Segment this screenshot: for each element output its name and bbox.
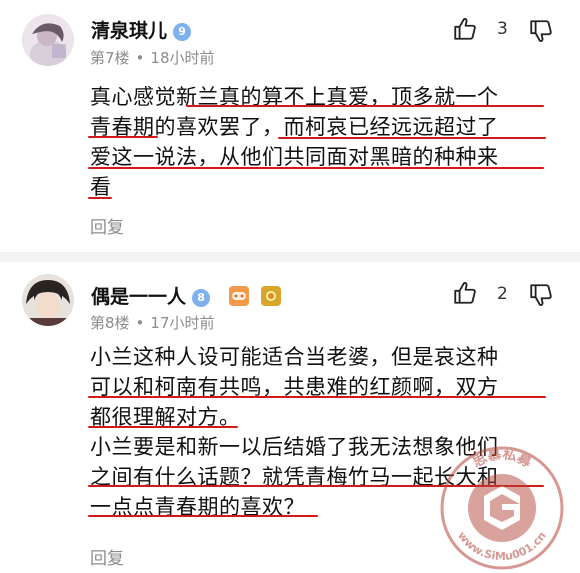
floor-number: 第8楼: [90, 314, 130, 332]
username[interactable]: 偶是一一人 8: [91, 282, 282, 309]
comment-line: 真心感觉新兰真的算不上真爱，顶多就一个: [90, 85, 499, 109]
comment-line: 小兰要是和新一以后结婚了我无法想象他们: [90, 435, 499, 459]
highlight-underline: [88, 396, 546, 398]
highlight-underline: [88, 426, 238, 428]
avatar[interactable]: [22, 274, 74, 326]
avatar-image: [22, 274, 74, 326]
timestamp: 17小时前: [150, 314, 215, 332]
username-text: 清泉琪儿: [91, 20, 168, 42]
avatar[interactable]: [22, 14, 74, 66]
username-text: 偶是一一人: [91, 286, 187, 308]
comment-meta: 第8楼 • 17小时前: [90, 312, 215, 333]
comment-body: 真心感觉新兰真的算不上真爱，顶多就一个 青春期的喜欢罢了，而柯哀已经远远超过了 …: [90, 82, 499, 202]
comment-line: 之间有什么话题？就凭青梅竹马一起长大和: [90, 465, 499, 489]
level-badge: 8: [192, 289, 211, 307]
username[interactable]: 清泉琪儿 9: [91, 16, 192, 43]
comment-meta: 第7楼 • 18小时前: [90, 47, 215, 68]
thumbs-down-icon[interactable]: [528, 282, 554, 308]
meta-separator: •: [135, 49, 145, 67]
thumbs-up-icon[interactable]: [452, 280, 478, 306]
highlight-underline: [88, 197, 112, 199]
level-badge: 9: [173, 23, 192, 41]
comment-divider: [0, 252, 580, 262]
avatar-image: [22, 14, 74, 66]
comment-body: 小兰这种人设可能适合当老婆，但是哀这种 可以和柯南有共鸣，共患难的红颜啊，双方 …: [90, 342, 499, 522]
highlight-underline: [88, 485, 544, 487]
reply-button[interactable]: 回复: [90, 213, 124, 238]
comment-line: 小兰这种人设可能适合当老婆，但是哀这种: [90, 345, 499, 369]
sun-badge-icon: [261, 286, 282, 306]
meta-separator: •: [135, 314, 145, 332]
comment-floor-7: 清泉琪儿 9 第7楼 • 18小时前 3 真心感觉新兰真的算不上真爱，顶多就一个 青春…: [0, 0, 580, 250]
highlight-underline: [88, 167, 544, 169]
thumbs-up-icon[interactable]: [452, 16, 478, 42]
comment-line: 看: [90, 175, 112, 199]
comment-line: 一点点青春期的喜欢？: [90, 495, 305, 519]
floor-number: 第7楼: [90, 49, 130, 67]
timestamp: 18小时前: [150, 49, 215, 67]
thumbs-down-icon[interactable]: [528, 18, 554, 44]
highlight-underline: [186, 105, 544, 107]
highlight-underline: [88, 136, 158, 138]
reply-button[interactable]: 回复: [90, 544, 124, 569]
like-count: 2: [497, 284, 508, 304]
highlight-underline: [278, 137, 546, 139]
highlight-underline: [88, 515, 318, 517]
game-controller-icon: [228, 286, 249, 306]
comment-floor-8: 偶是一一人 8 第8楼 • 17小时前 2 小兰这种人设可能适合当老婆，但是哀这种 可…: [0, 262, 580, 573]
like-count: 3: [497, 19, 508, 39]
